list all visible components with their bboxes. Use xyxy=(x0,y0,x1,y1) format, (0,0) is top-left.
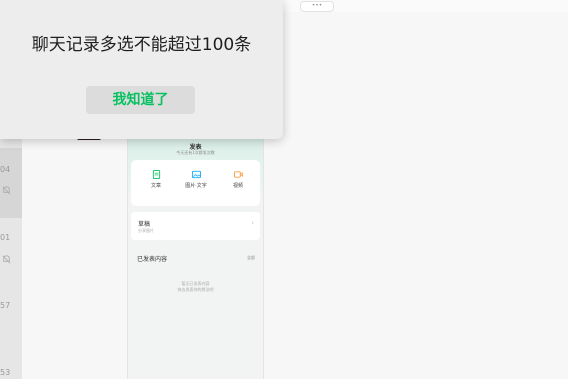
selected-chat-row[interactable] xyxy=(0,148,22,218)
chevron-right-icon: › xyxy=(251,219,254,227)
chat-time: 01 xyxy=(0,233,11,242)
image-text-action[interactable]: 图片·文字 xyxy=(181,170,211,189)
mute-bell-icon xyxy=(2,255,11,264)
chat-time: 53 xyxy=(0,368,11,377)
video-label: 视频 xyxy=(232,183,243,189)
video-action[interactable]: 视频 xyxy=(223,170,253,189)
draft-subtitle: 分享图片 xyxy=(138,228,154,233)
chat-time: 57 xyxy=(0,301,11,310)
draft-row[interactable]: 草稿 分享图片 › xyxy=(131,212,260,240)
empty-state-line2: 快去发表你的想法吧 xyxy=(177,287,214,292)
dialog-message: 聊天记录多选不能超过100条 xyxy=(31,35,252,55)
image-text-label: 图片·文字 xyxy=(185,183,207,189)
phone-header-subtitle: 今天还有1次群发次数 xyxy=(176,150,215,155)
video-icon xyxy=(233,171,243,178)
more-button[interactable]: ••• xyxy=(300,1,334,12)
article-label: 文章 xyxy=(150,183,161,189)
mute-bell-icon xyxy=(2,186,11,195)
chat-time: 04 xyxy=(0,165,11,174)
published-title: 已发表内容 xyxy=(137,256,168,263)
alert-dialog: 聊天记录多选不能超过100条 我知道了 xyxy=(0,0,283,139)
draft-title: 草稿 xyxy=(138,221,151,228)
image-icon xyxy=(191,170,201,179)
article-icon xyxy=(152,170,160,179)
article-action[interactable]: 文章 xyxy=(141,170,171,189)
publish-actions-card: 文章 图片·文字 视频 xyxy=(131,160,260,206)
confirm-button[interactable]: 我知道了 xyxy=(86,86,195,114)
published-all-link[interactable]: 全部 xyxy=(247,255,255,261)
phone-preview: 发表 今天还有1次群发次数 文章 图片·文字 视频 草稿 分享图片 › 已发表内… xyxy=(127,135,264,379)
